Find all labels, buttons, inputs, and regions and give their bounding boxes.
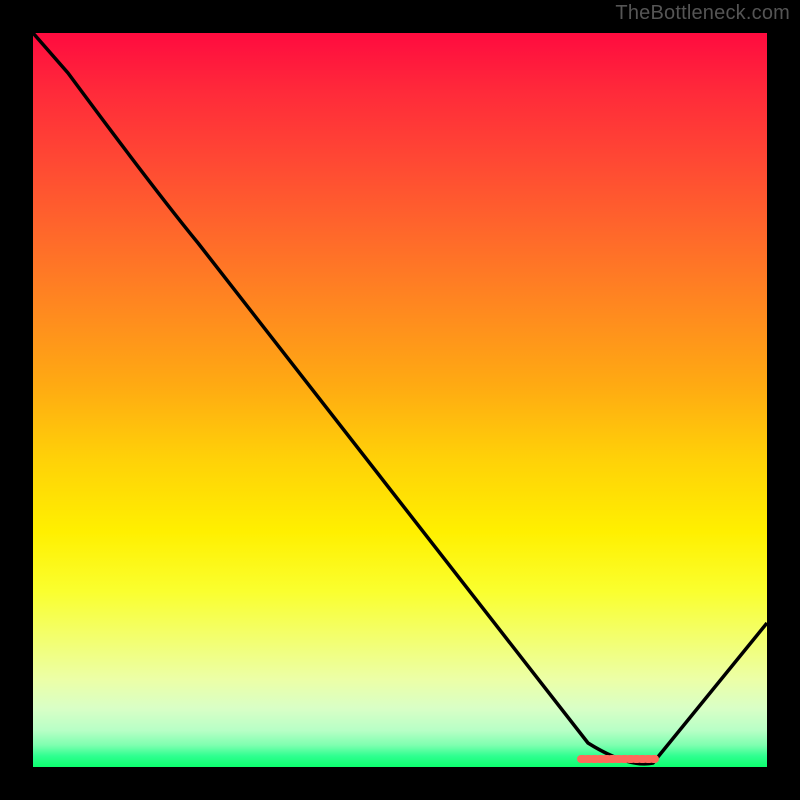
bottleneck-curve xyxy=(33,33,767,767)
curve-path xyxy=(33,33,767,764)
watermark-label: TheBottleneck.com xyxy=(615,2,790,25)
chart-container: TheBottleneck.com xyxy=(0,0,800,800)
